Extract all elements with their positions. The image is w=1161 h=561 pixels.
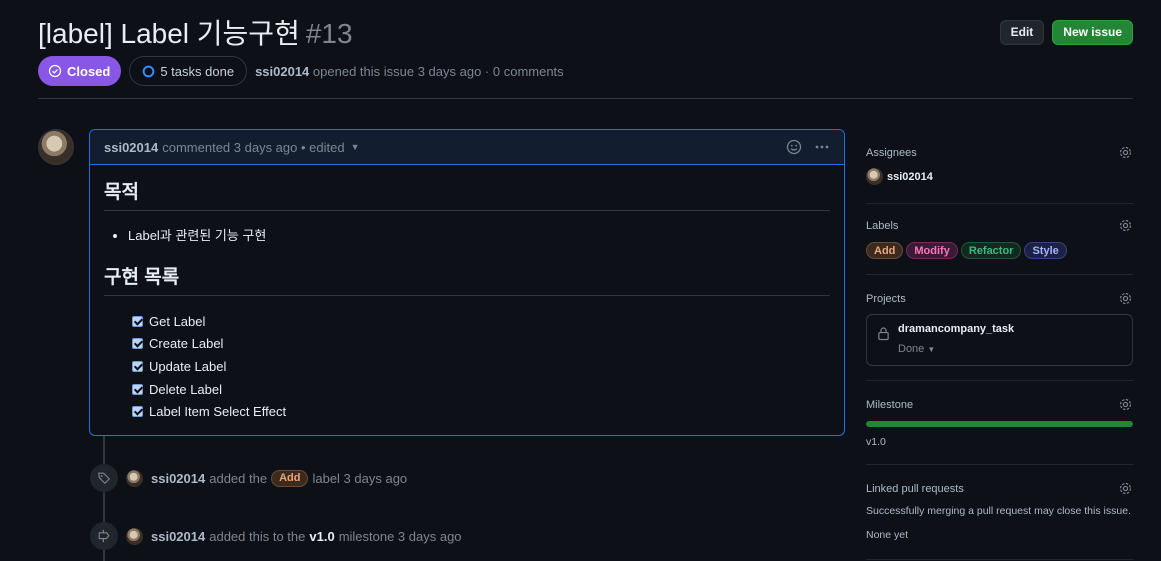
issue-number: #13	[305, 18, 353, 49]
header-divider	[38, 98, 1133, 99]
comment-author-link[interactable]: ssi02014	[104, 140, 158, 155]
timeline-action: added this to the	[209, 528, 306, 544]
task-label: Get Label	[149, 313, 206, 329]
task-item: Label Item Select Effect	[128, 400, 830, 423]
edit-button[interactable]: Edit	[999, 19, 1045, 45]
projects-title: Projects	[866, 292, 906, 305]
tag-icon	[90, 464, 118, 492]
linked-prs-title: Linked pull requests	[866, 482, 964, 495]
issue-sidebar: Assignees ssi02014 Labels Add Modify Ref…	[866, 129, 1133, 560]
sidebar-milestone: Milestone v1.0	[866, 381, 1133, 465]
labels-title: Labels	[866, 219, 899, 232]
comment-avatar[interactable]	[38, 129, 74, 165]
issue-title-text: [label] Label 기능구현	[38, 18, 300, 49]
milestone-progress-fill	[866, 421, 1133, 427]
sidebar-projects: Projects dramancompany_task Done ▼	[866, 275, 1133, 381]
milestone-title: Milestone	[866, 398, 914, 411]
timeline-actor[interactable]: ssi02014	[151, 529, 205, 544]
section-heading-tasks: 구현 목록	[104, 262, 830, 296]
gear-icon[interactable]	[1118, 481, 1133, 496]
task-label: Label Item Select Effect	[149, 404, 287, 420]
task-item: Delete Label	[128, 378, 830, 401]
avatar	[866, 168, 883, 185]
smiley-icon[interactable]	[786, 139, 802, 155]
comment-header: ssi02014 commented 3 days ago • edited ▼	[90, 130, 844, 165]
task-checkbox[interactable]	[132, 360, 143, 372]
task-checkbox[interactable]	[132, 406, 143, 418]
linked-prs-none: None yet	[866, 529, 909, 541]
tasks-badge[interactable]: 5 tasks done	[129, 56, 248, 86]
project-status-dropdown[interactable]: Done ▼	[898, 343, 1014, 355]
task-label: Update Label	[149, 358, 227, 374]
gear-icon[interactable]	[1118, 291, 1133, 306]
kebab-horizontal-icon[interactable]	[814, 139, 830, 155]
gear-icon[interactable]	[1118, 397, 1133, 412]
timeline-avatar[interactable]	[126, 527, 143, 545]
milestone-progress-bar	[866, 421, 1133, 427]
task-label: Delete Label	[149, 381, 222, 397]
project-card[interactable]: dramancompany_task Done ▼	[866, 314, 1133, 366]
gear-icon[interactable]	[1118, 218, 1133, 233]
timeline-avatar[interactable]	[126, 469, 143, 487]
label-badge[interactable]: Style	[1024, 242, 1067, 259]
edited-dropdown-icon[interactable]: ▼	[351, 142, 360, 152]
label-badge[interactable]: Refactor	[960, 242, 1022, 259]
section-heading-purpose: 목적	[104, 177, 830, 211]
issue-opened-text: opened this issue 3 days ago · 0 comment…	[312, 63, 564, 79]
issue-title: [label] Label 기능구현 #13	[38, 12, 353, 52]
task-item: Create Label	[128, 333, 830, 356]
project-status: Done	[898, 343, 925, 355]
purpose-list: Label과 관련된 기능 구현	[128, 225, 830, 244]
list-item: Label과 관련된 기능 구현	[128, 225, 830, 244]
sidebar-linked-prs: Linked pull requests Successfully mergin…	[866, 465, 1133, 560]
timeline-suffix: milestone 3 days ago	[338, 528, 462, 544]
comment-body: 목적 Label과 관련된 기능 구현 구현 목록 Get Label Crea…	[90, 165, 844, 435]
task-list: Get Label Create Label Update Label Dele…	[128, 310, 830, 423]
assignee-item[interactable]: ssi02014	[866, 168, 1133, 185]
new-issue-button[interactable]: New issue	[1052, 19, 1133, 45]
sidebar-assignees: Assignees ssi02014	[866, 129, 1133, 204]
task-item: Update Label	[128, 355, 830, 378]
linked-prs-desc: Successfully merging a pull request may …	[866, 505, 1131, 517]
lock-icon	[878, 327, 889, 341]
milestone-name[interactable]: v1.0	[866, 436, 1133, 448]
chevron-down-icon: ▼	[927, 345, 936, 354]
task-checkbox[interactable]	[132, 338, 143, 350]
label-badge[interactable]: Modify	[906, 242, 958, 259]
tasks-label: 5 tasks done	[160, 63, 235, 79]
timeline-action: added the	[209, 470, 268, 486]
project-name[interactable]: dramancompany_task	[898, 323, 1014, 335]
progress-circle-icon	[142, 65, 155, 77]
issue-author-link[interactable]: ssi02014	[255, 64, 309, 79]
issue-comment: ssi02014 commented 3 days ago • edited ▼…	[89, 129, 845, 436]
check-circle-icon	[48, 64, 62, 78]
gear-icon[interactable]	[1118, 145, 1133, 160]
issue-meta: ssi02014 opened this issue 3 days ago · …	[255, 64, 564, 79]
assignees-title: Assignees	[866, 146, 917, 159]
task-label: Create Label	[149, 336, 224, 352]
label-badge[interactable]: Add	[866, 242, 904, 259]
timeline-event-milestone: ssi02014 added this to the v1.0 mileston…	[90, 522, 462, 550]
issue-header: [label] Label 기능구현 #13 Edit New issue Clo…	[38, 10, 1133, 86]
milestone-icon	[90, 522, 118, 550]
timeline-event-label: ssi02014 added the Add label 3 days ago	[90, 464, 407, 492]
label-badge-add[interactable]: Add	[271, 469, 309, 487]
task-item: Get Label	[128, 310, 830, 333]
timeline-suffix: label 3 days ago	[312, 470, 408, 486]
state-badge: Closed	[38, 56, 122, 86]
assignee-name: ssi02014	[887, 170, 933, 183]
comment-meta: commented 3 days ago • edited	[162, 139, 345, 155]
timeline-actor[interactable]: ssi02014	[151, 471, 205, 486]
state-label: Closed	[67, 63, 111, 79]
task-checkbox[interactable]	[132, 383, 143, 395]
milestone-link[interactable]: v1.0	[309, 529, 334, 544]
task-checkbox[interactable]	[132, 315, 143, 327]
sidebar-labels: Labels Add Modify Refactor Style	[866, 204, 1133, 275]
